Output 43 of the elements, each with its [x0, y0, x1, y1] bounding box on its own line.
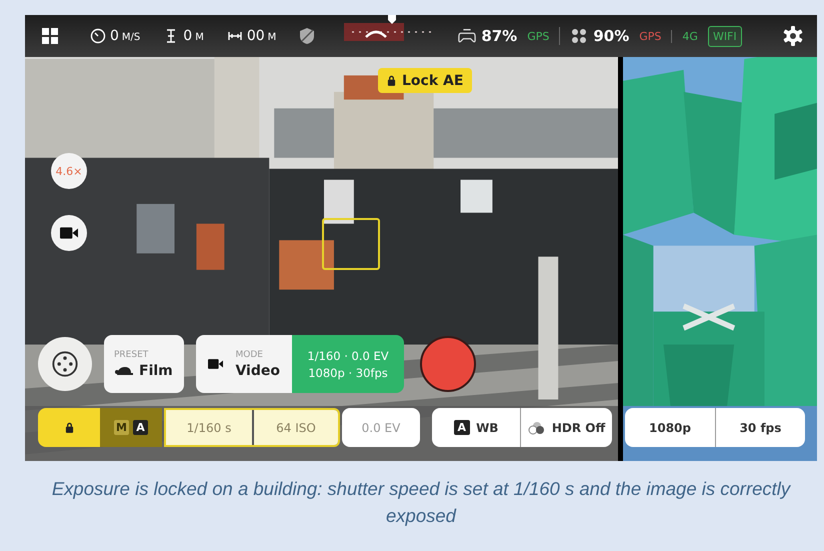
signal-indicator: 4G	[671, 30, 698, 42]
joystick-icon	[51, 350, 79, 378]
telemetry-unit: M	[195, 32, 204, 43]
preset-button[interactable]: PRESET Film	[104, 335, 184, 393]
exposure-mode-option[interactable]: A	[133, 420, 148, 435]
auto-badge: A	[454, 420, 470, 435]
shield-icon[interactable]	[298, 27, 316, 45]
telemetry-value: 0	[183, 28, 192, 44]
wifi-indicator: WIFI	[708, 26, 742, 46]
lock-ae-label: Lock AE	[402, 72, 464, 88]
exposure-summary-line: 1/160 · 0.0 EV	[307, 348, 389, 362]
figure-caption: Exposure is locked on a building: shutter speed is set at 1/160 s and the image is correctly exposed	[50, 477, 792, 528]
exposure-lock-button[interactable]	[38, 408, 100, 447]
drone-battery-text: 90%	[593, 27, 630, 45]
game-controller-icon	[458, 28, 476, 44]
speedometer-icon	[89, 28, 107, 44]
exposure-summary-line: 1080p · 30fps	[308, 366, 388, 380]
grid-icon[interactable]	[41, 28, 59, 44]
wb-button[interactable]: A WB	[432, 408, 520, 447]
exposure-mode-option[interactable]: M	[114, 420, 129, 435]
overlapping-circles-icon	[528, 420, 546, 434]
signal-indicator: GPS	[527, 30, 550, 42]
turtle-icon	[114, 366, 134, 376]
focus-box	[322, 218, 380, 270]
telemetry-unit: M/S	[122, 32, 140, 43]
lock-icon	[64, 422, 74, 433]
mode-button[interactable]: MODE Video	[196, 335, 292, 393]
video-camera-icon	[208, 358, 224, 370]
signal-indicator: GPS	[639, 30, 662, 42]
resolution-button[interactable]: 1080p	[625, 408, 715, 447]
hdr-label: HDR Off	[552, 420, 606, 434]
lock-ae-badge[interactable]: Lock AE	[378, 68, 472, 93]
settings-icon[interactable]	[783, 26, 803, 46]
telemetry-value: 00	[246, 28, 265, 44]
hdr-button[interactable]: HDR Off	[520, 408, 612, 447]
drone-icon	[570, 28, 588, 44]
telemetry-value: 0	[110, 28, 119, 44]
framerate-button[interactable]: 30 fps	[715, 408, 805, 447]
lock-icon	[387, 75, 396, 86]
video-camera-icon	[60, 225, 78, 241]
wb-label: WB	[476, 420, 498, 434]
telemetry-unit: M	[268, 32, 276, 43]
controller-battery-text: 87%	[481, 27, 518, 45]
